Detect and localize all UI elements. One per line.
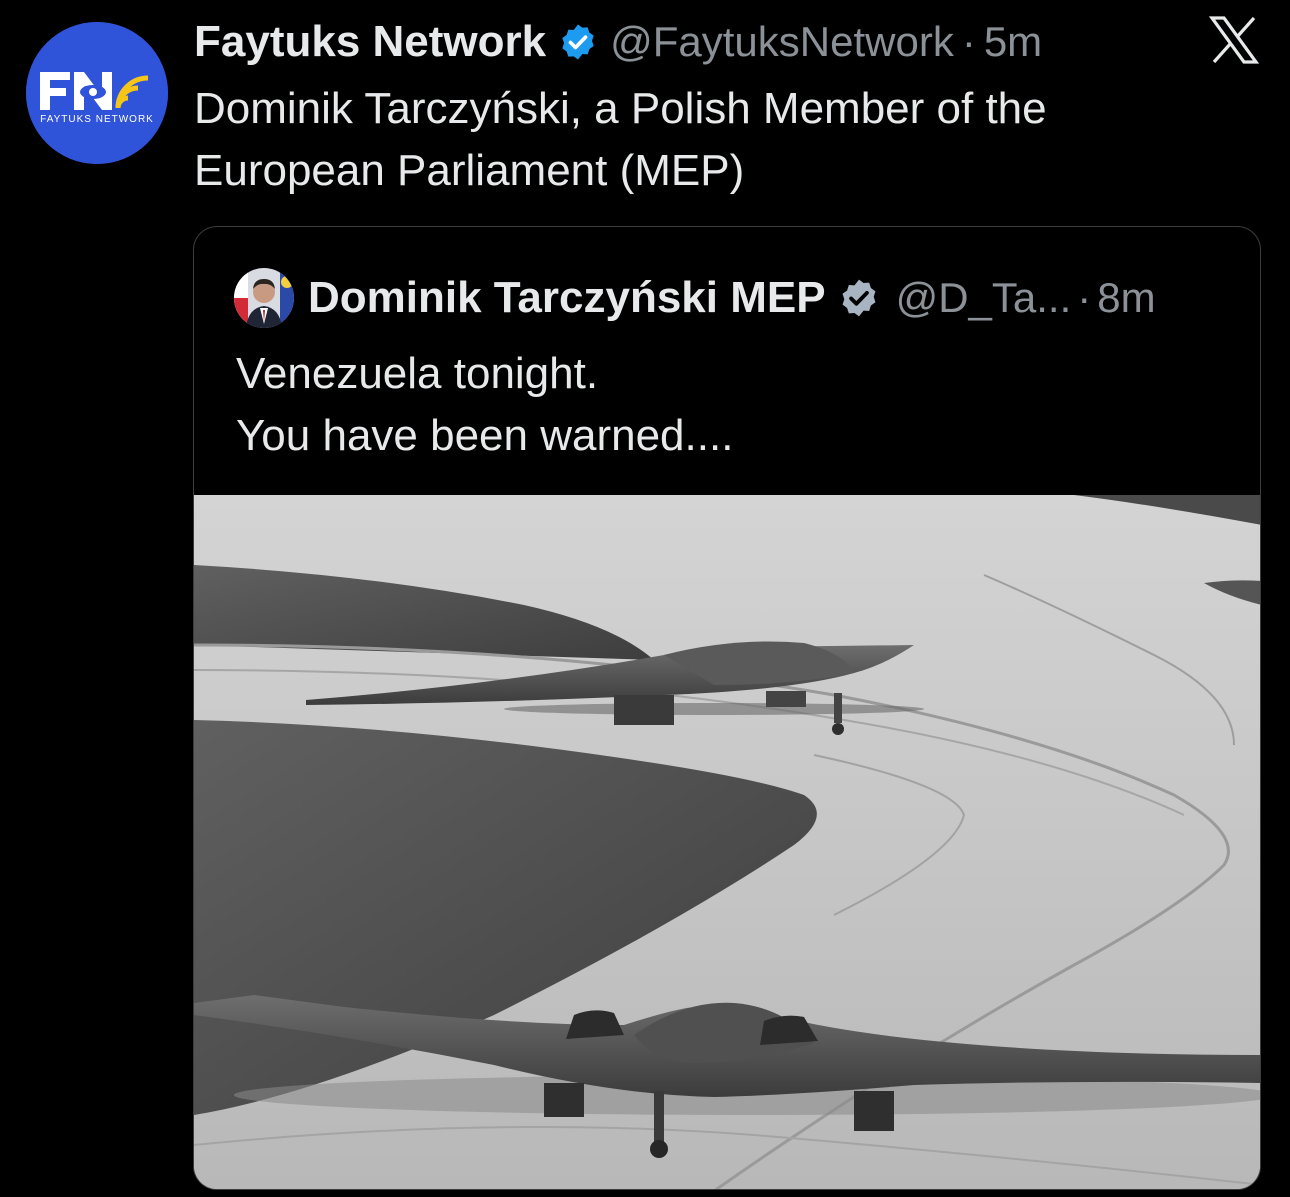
display-name[interactable]: Faytuks Network: [194, 17, 546, 67]
quoted-text-line: You have been warned....: [236, 411, 734, 460]
stealth-bombers-photo: [194, 495, 1260, 1189]
quoted-timestamp[interactable]: 8m: [1097, 274, 1155, 322]
quoted-avatar[interactable]: [234, 268, 294, 328]
quoted-tweet-text: Venezuela tonight. You have been warned.…: [236, 343, 733, 467]
tweet-header: Faytuks Network @FaytuksNetwork · 5m: [194, 14, 1042, 70]
faytuks-logo-icon: FAYTUKS NETWORK: [26, 22, 168, 164]
separator-dot: ·: [961, 18, 976, 65]
svg-text:FAYTUKS NETWORK: FAYTUKS NETWORK: [40, 114, 154, 125]
quoted-media-photo[interactable]: [194, 495, 1260, 1189]
x-logo-icon[interactable]: [1208, 14, 1260, 66]
quoted-avatar-photo: [234, 268, 294, 328]
tweet-text: Dominik Tarczyński, a Polish Member of t…: [194, 78, 1194, 202]
faytuks-avatar[interactable]: FAYTUKS NETWORK: [26, 22, 168, 164]
tweet-text-line: European Parliament (MEP): [194, 146, 745, 195]
separator-dot: ·: [1077, 274, 1092, 321]
quoted-tweet-card[interactable]: Dominik Tarczyński MEP @D_Ta... · 8m Ven…: [193, 226, 1261, 1190]
quoted-tweet-header: Dominik Tarczyński MEP @D_Ta... · 8m: [234, 267, 1156, 329]
timestamp[interactable]: 5m: [984, 18, 1042, 66]
quoted-display-name[interactable]: Dominik Tarczyński MEP: [308, 273, 826, 323]
verified-badge-icon: [842, 279, 876, 317]
handle[interactable]: @FaytuksNetwork: [610, 18, 954, 66]
quoted-text-line: Venezuela tonight.: [236, 349, 599, 398]
quoted-handle[interactable]: @D_Ta...: [896, 274, 1072, 322]
verified-badge-icon: [562, 24, 594, 60]
tweet-text-line: Dominik Tarczyński, a Polish Member of t…: [194, 84, 1047, 133]
